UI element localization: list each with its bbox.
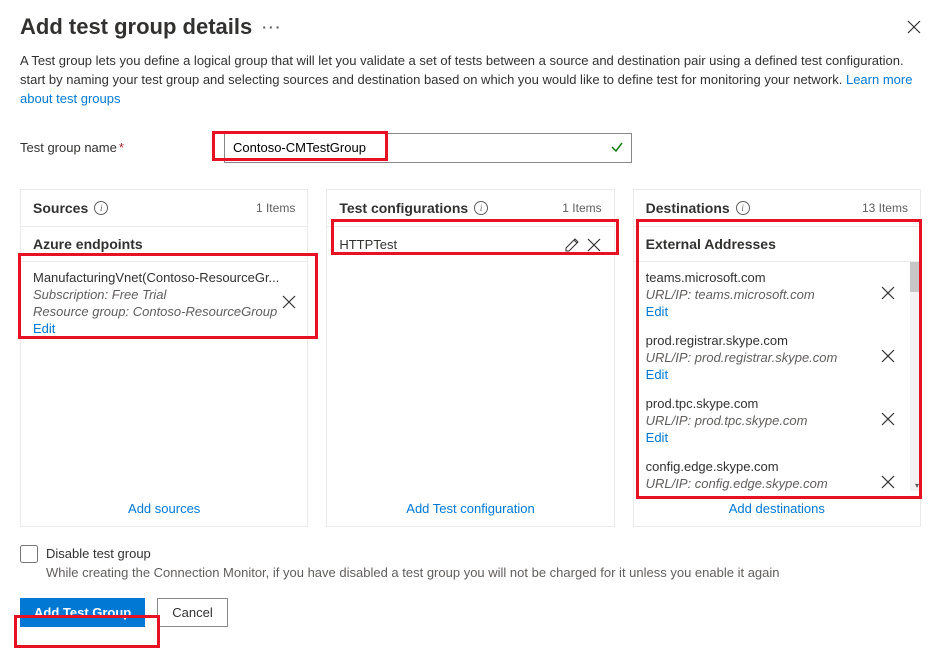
close-icon — [586, 237, 602, 253]
destination-entry: prod.registrar.skype.com URL/IP: prod.re… — [634, 325, 906, 388]
info-icon[interactable]: i — [94, 201, 108, 215]
source-remove-button[interactable] — [281, 294, 297, 310]
source-endpoint-name: ManufacturingVnet(Contoso-ResourceGr... — [33, 270, 295, 285]
destination-url: URL/IP: prod.tpc.skype.com — [646, 413, 894, 428]
disable-test-group-label: Disable test group — [46, 546, 151, 561]
destination-entry: teams.microsoft.com URL/IP: teams.micros… — [634, 262, 906, 325]
sources-panel: Sources i 1 Items Azure endpoints Manufa… — [20, 189, 308, 527]
destination-remove-button[interactable] — [880, 348, 896, 364]
disable-test-group-note: While creating the Connection Monitor, i… — [46, 565, 921, 580]
test-group-name-input[interactable] — [224, 133, 632, 163]
disable-test-group-checkbox[interactable] — [20, 545, 38, 563]
close-icon — [880, 285, 896, 301]
sources-section-title: Azure endpoints — [21, 227, 307, 262]
destination-url: URL/IP: config.edge.skype.com — [646, 476, 894, 491]
info-icon[interactable]: i — [474, 201, 488, 215]
close-icon — [880, 411, 896, 427]
add-test-group-button[interactable]: Add Test Group — [20, 598, 145, 627]
test-config-name: HTTPTest — [339, 237, 397, 252]
scroll-arrow-down-icon[interactable]: ▾ — [915, 481, 919, 490]
destination-entry: config.edge.skype.com URL/IP: config.edg… — [634, 451, 906, 491]
add-test-config-link[interactable]: Add Test configuration — [327, 491, 613, 526]
source-edit-link[interactable]: Edit — [33, 321, 55, 336]
test-config-row: HTTPTest — [327, 227, 613, 263]
destination-name: config.edge.skype.com — [646, 459, 894, 474]
destinations-section-title: External Addresses — [634, 227, 920, 262]
destinations-count: 13 Items — [862, 201, 908, 215]
destinations-title: Destinations — [646, 200, 730, 216]
destination-edit-link[interactable]: Edit — [646, 430, 668, 445]
test-configurations-panel: Test configurations i 1 Items HTTPTest A… — [326, 189, 614, 527]
close-icon — [880, 348, 896, 364]
destination-edit-link[interactable]: Edit — [646, 304, 668, 319]
source-endpoint-entry: ManufacturingVnet(Contoso-ResourceGr... … — [21, 262, 307, 342]
remove-test-config-button[interactable] — [586, 237, 602, 253]
add-destinations-link[interactable]: Add destinations — [634, 491, 920, 526]
close-icon — [907, 20, 921, 34]
source-subscription: Subscription: Free Trial — [33, 287, 295, 302]
close-icon — [281, 294, 297, 310]
test-configs-count: 1 Items — [562, 201, 601, 215]
scrollbar[interactable]: ▾ — [910, 262, 920, 491]
add-sources-link[interactable]: Add sources — [21, 491, 307, 526]
test-configs-title: Test configurations — [339, 200, 468, 216]
destination-remove-button[interactable] — [880, 474, 896, 490]
destination-name: prod.tpc.skype.com — [646, 396, 894, 411]
name-label: Test group name* — [20, 140, 216, 155]
destination-entry: prod.tpc.skype.com URL/IP: prod.tpc.skyp… — [634, 388, 906, 451]
close-icon — [880, 474, 896, 490]
more-actions-button[interactable]: ··· — [262, 19, 282, 35]
destinations-panel: Destinations i 13 Items External Address… — [633, 189, 921, 527]
pencil-icon — [564, 237, 580, 253]
info-icon[interactable]: i — [736, 201, 750, 215]
destination-url: URL/IP: prod.registrar.skype.com — [646, 350, 894, 365]
source-resource-group: Resource group: Contoso-ResourceGroup — [33, 304, 295, 319]
destination-edit-link[interactable]: Edit — [646, 367, 668, 382]
page-title: Add test group details — [20, 14, 252, 40]
validation-check-icon — [610, 140, 624, 154]
sources-count: 1 Items — [256, 201, 295, 215]
edit-test-config-button[interactable] — [564, 237, 580, 253]
close-button[interactable] — [907, 20, 921, 34]
required-indicator: * — [119, 140, 124, 155]
scrollbar-thumb[interactable] — [910, 262, 920, 292]
destination-name: prod.registrar.skype.com — [646, 333, 894, 348]
destination-url: URL/IP: teams.microsoft.com — [646, 287, 894, 302]
cancel-button[interactable]: Cancel — [157, 598, 227, 627]
destination-remove-button[interactable] — [880, 285, 896, 301]
destination-name: teams.microsoft.com — [646, 270, 894, 285]
sources-title: Sources — [33, 200, 88, 216]
destination-remove-button[interactable] — [880, 411, 896, 427]
description-text: A Test group lets you define a logical g… — [20, 52, 921, 109]
